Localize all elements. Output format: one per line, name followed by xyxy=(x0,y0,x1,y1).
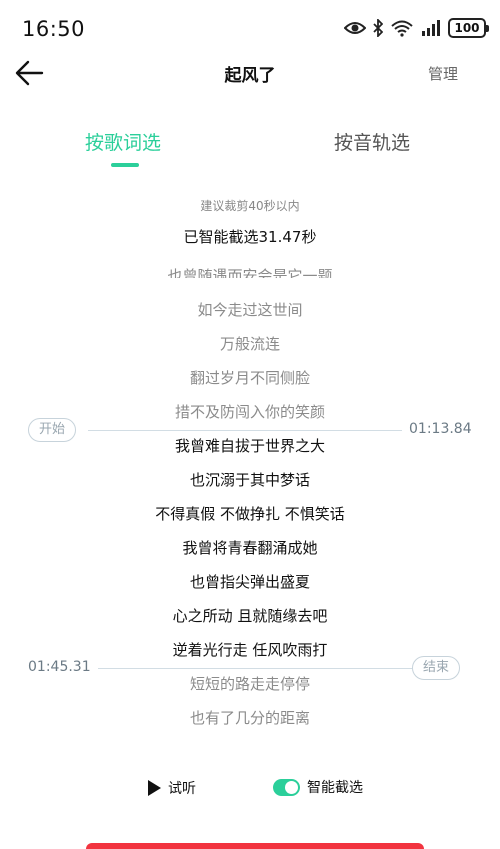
start-marker-handle[interactable]: 开始 xyxy=(28,418,77,442)
bluetooth-icon xyxy=(373,19,383,37)
lyric-line[interactable]: 我曾难自拔于世界之大 xyxy=(0,436,500,456)
smart-select-label: 智能截选 xyxy=(307,780,363,796)
lyric-line[interactable]: 也有了几分的距离 xyxy=(0,708,500,728)
smart-select-toggle[interactable]: 智能截选 xyxy=(273,777,363,797)
wifi-icon xyxy=(390,19,414,37)
lyric-line[interactable]: 也曾指尖弹出盛夏 xyxy=(0,572,500,592)
end-marker-handle[interactable]: 结束 xyxy=(412,656,461,680)
lyric-line[interactable]: 万般流连 xyxy=(0,334,500,354)
lyric-line[interactable]: 翻过岁月不同侧脸 xyxy=(0,368,500,388)
tab-indicator xyxy=(111,163,139,167)
status-bar: 16:50 100 xyxy=(0,0,500,58)
tab-by-lyrics[interactable]: 按歌词选 xyxy=(85,128,161,155)
preview-button[interactable]: 试听 xyxy=(148,778,196,798)
header: 起风了 管理 xyxy=(0,52,500,94)
end-time: 01:45.31 xyxy=(28,659,91,675)
start-marker-line xyxy=(88,430,402,431)
start-time: 01:13.84 xyxy=(409,421,472,437)
status-icons: 100 xyxy=(344,18,489,38)
play-icon xyxy=(148,780,161,796)
toggle-switch[interactable] xyxy=(273,778,300,796)
page-title: 起风了 xyxy=(224,66,276,86)
lyric-line[interactable]: 也沉溺于其中梦话 xyxy=(0,470,500,490)
lyric-line[interactable]: 措不及防闯入你的笑颜 xyxy=(0,402,500,422)
battery-icon: 100 xyxy=(448,18,489,38)
lyric-line[interactable]: 心之所动 且就随缘去吧 xyxy=(0,606,500,626)
selection-tabs: 按歌词选 按音轨选 xyxy=(0,122,500,172)
lyric-line[interactable]: 不得真假 不做挣扎 不惧笑话 xyxy=(0,504,500,524)
tab-by-track[interactable]: 按音轨选 xyxy=(334,128,410,155)
lyric-line[interactable]: 我曾将青春翻涌成她 xyxy=(0,538,500,558)
end-marker-line xyxy=(98,668,412,669)
bottom-controls: 试听 智能截选 xyxy=(0,774,500,802)
confirm-button[interactable] xyxy=(86,843,424,849)
signal-icon xyxy=(421,20,441,36)
lyric-line[interactable]: 如今走过这世间 xyxy=(0,300,500,320)
preview-label: 试听 xyxy=(168,781,196,797)
selected-duration: 已智能截选31.47秒 xyxy=(183,228,317,246)
status-time: 16:50 xyxy=(22,17,86,41)
eye-icon xyxy=(344,20,366,36)
trim-hint: 建议裁剪40秒以内 xyxy=(200,199,300,213)
manage-button[interactable]: 管理 xyxy=(428,63,458,84)
lyric-line[interactable]: 也曾随遇而安会是它一题 xyxy=(0,266,500,278)
